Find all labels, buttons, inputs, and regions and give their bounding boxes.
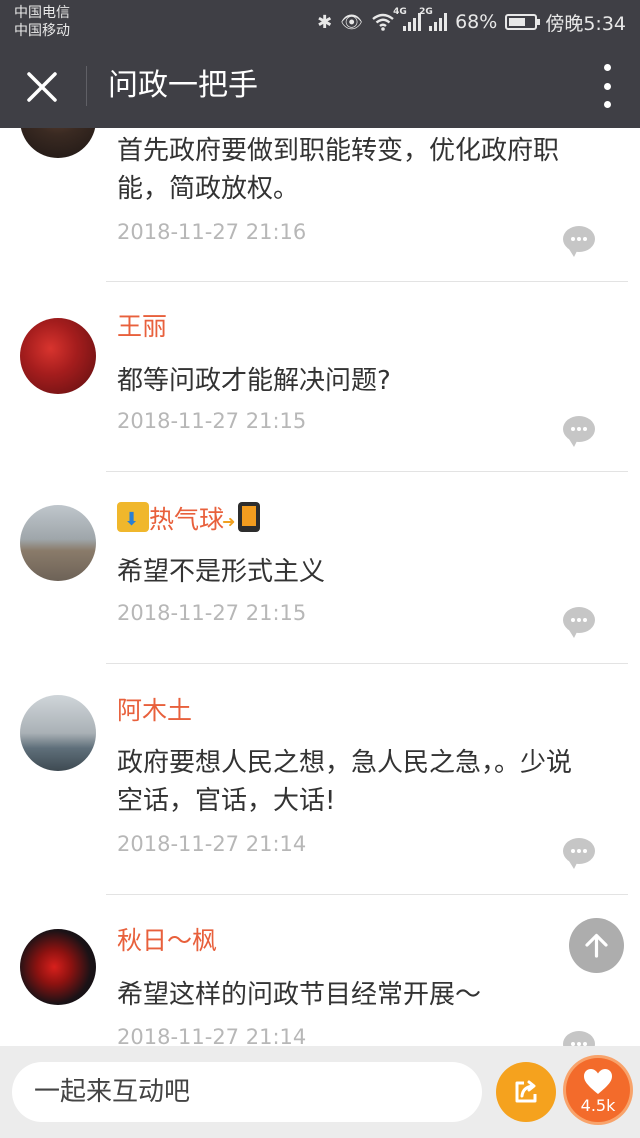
comment-author[interactable]: 王丽 [117,310,167,344]
title-bar: 问政一把手 [0,44,640,128]
comment-text: 都等问政才能解决问题? [117,366,391,396]
share-icon [515,1080,537,1103]
reply-icon[interactable] [563,607,595,638]
like-button[interactable]: 4.5k [566,1058,630,1122]
battery-icon [505,14,541,30]
comment-time: 2018-11-27 21:15 [117,601,307,625]
battery-percent: 68% [455,11,498,33]
comment-text: 希望不是形式主义 [117,557,326,587]
more-dot-icon [603,82,611,90]
comment-author[interactable]: 热气球 [117,502,261,539]
carrier-label: 中国电信 [14,5,70,21]
comment-list[interactable]: 首先政府要做到职能转变，优化政府职能，简政放权。 2018-11-27 21:1… [0,128,640,1046]
reply-icon[interactable] [563,838,595,869]
status-icons: ✱ 👁 4G 2G 68% 傍晚5:34 [317,7,626,36]
reply-icon[interactable] [563,416,595,447]
comment-input[interactable] [12,1062,482,1122]
like-count: 4.5k [580,1096,616,1115]
scroll-top-button[interactable] [569,918,624,973]
divider [106,663,628,664]
share-button[interactable] [496,1062,556,1122]
avatar[interactable] [20,318,96,394]
comment-text: 希望这样的问政节目经常开展～ [117,980,482,1010]
network-type: 4G [393,7,407,17]
avatar[interactable] [20,505,96,581]
close-button[interactable] [16,61,68,113]
avatar[interactable] [20,128,96,158]
comment-time: 2018-11-27 21:14 [117,1025,307,1046]
eye-icon: 👁 [340,11,364,33]
divider [106,471,628,472]
reply-icon[interactable] [563,226,595,257]
carrier-info: 中国电信 中国移动 [14,4,70,40]
comment-time: 2018-11-27 21:16 [117,220,307,244]
avatar[interactable] [20,695,96,771]
carrier-label: 中国移动 [14,23,70,39]
comment-text: 首先政府要做到职能转变，优化政府职能，简政放权。 [117,136,560,204]
more-dot-icon [603,101,611,108]
more-dot-icon [603,64,611,71]
close-icon [27,72,57,102]
more-menu-button[interactable] [602,64,612,108]
status-bar: 中国电信 中国移动 ✱ 👁 4G 2G 68% 傍晚5:34 [0,0,640,44]
divider [106,281,628,282]
mobile-arrow-icon [222,502,261,539]
arrow-up-icon [585,933,608,958]
clock: 傍晚5:34 [545,12,626,35]
bottom-bar: 4.5k [0,1046,640,1138]
signal-2g-icon: 2G [419,7,448,31]
page-title: 问政一把手 [108,68,258,103]
avatar[interactable] [20,929,96,1005]
comment-text: 政府要想人民之想，急人民之急，。少说空话，官话，大话! [117,748,573,816]
comment-author[interactable]: 秋日～枫 [117,924,217,958]
comment-author[interactable]: 阿木土 [117,694,192,728]
divider [106,894,628,895]
wifi-icon [372,13,394,31]
comment-time: 2018-11-27 21:15 [117,409,307,433]
comment-time: 2018-11-27 21:14 [117,832,307,856]
reply-icon[interactable] [563,1031,595,1046]
bluetooth-icon: ✱ [317,11,333,33]
title-divider [86,66,87,106]
network-type: 2G [419,7,433,17]
inbox-tray-icon [117,502,149,537]
heart-icon [584,1069,612,1094]
author-name: 热气球 [149,505,225,534]
